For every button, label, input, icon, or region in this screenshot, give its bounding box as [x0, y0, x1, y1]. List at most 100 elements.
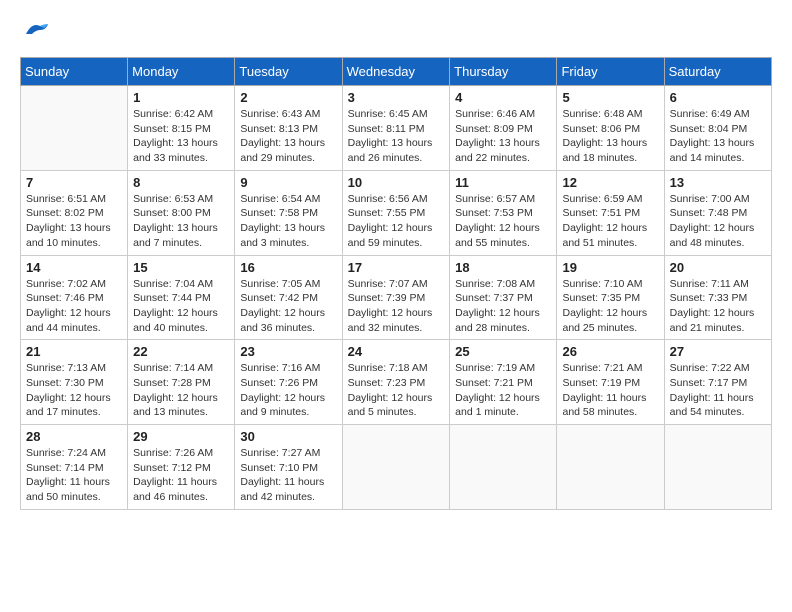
day-number: 2: [240, 90, 336, 105]
calendar-cell: 3 Sunrise: 6:45 AM Sunset: 8:11 PM Daylig…: [342, 86, 450, 171]
day-number: 27: [670, 344, 766, 359]
calendar-cell: [342, 425, 450, 510]
day-number: 4: [455, 90, 551, 105]
day-number: 20: [670, 260, 766, 275]
day-info: Sunrise: 7:27 AM Sunset: 7:10 PM Dayligh…: [240, 446, 336, 505]
day-number: 24: [348, 344, 445, 359]
day-info: Sunrise: 7:21 AM Sunset: 7:19 PM Dayligh…: [562, 361, 658, 420]
day-info: Sunrise: 7:14 AM Sunset: 7:28 PM Dayligh…: [133, 361, 229, 420]
day-info: Sunrise: 7:13 AM Sunset: 7:30 PM Dayligh…: [26, 361, 122, 420]
calendar-week-row: 21 Sunrise: 7:13 AM Sunset: 7:30 PM Dayli…: [21, 340, 772, 425]
calendar-cell: 9 Sunrise: 6:54 AM Sunset: 7:58 PM Daylig…: [235, 170, 342, 255]
day-number: 7: [26, 175, 122, 190]
day-info: Sunrise: 7:16 AM Sunset: 7:26 PM Dayligh…: [240, 361, 336, 420]
day-info: Sunrise: 7:24 AM Sunset: 7:14 PM Dayligh…: [26, 446, 122, 505]
logo-bird-icon: [22, 20, 50, 38]
calendar-cell: 24 Sunrise: 7:18 AM Sunset: 7:23 PM Dayli…: [342, 340, 450, 425]
day-info: Sunrise: 6:43 AM Sunset: 8:13 PM Dayligh…: [240, 107, 336, 166]
calendar-cell: 1 Sunrise: 6:42 AM Sunset: 8:15 PM Daylig…: [128, 86, 235, 171]
weekday-header: Tuesday: [235, 58, 342, 86]
weekday-header: Thursday: [450, 58, 557, 86]
day-number: 14: [26, 260, 122, 275]
calendar-cell: 6 Sunrise: 6:49 AM Sunset: 8:04 PM Daylig…: [664, 86, 771, 171]
day-number: 19: [562, 260, 658, 275]
day-number: 15: [133, 260, 229, 275]
day-number: 5: [562, 90, 658, 105]
day-number: 11: [455, 175, 551, 190]
calendar-cell: 29 Sunrise: 7:26 AM Sunset: 7:12 PM Dayli…: [128, 425, 235, 510]
calendar-week-row: 1 Sunrise: 6:42 AM Sunset: 8:15 PM Daylig…: [21, 86, 772, 171]
day-number: 16: [240, 260, 336, 275]
day-number: 21: [26, 344, 122, 359]
day-info: Sunrise: 7:10 AM Sunset: 7:35 PM Dayligh…: [562, 277, 658, 336]
calendar-cell: 20Sunrise: 7:11 AM Sunset: 7:33 PM Dayli…: [664, 255, 771, 340]
day-info: Sunrise: 6:49 AM Sunset: 8:04 PM Dayligh…: [670, 107, 766, 166]
day-info: Sunrise: 6:45 AM Sunset: 8:11 PM Dayligh…: [348, 107, 445, 166]
day-info: Sunrise: 7:04 AM Sunset: 7:44 PM Dayligh…: [133, 277, 229, 336]
calendar-table: SundayMondayTuesdayWednesdayThursdayFrid…: [20, 57, 772, 510]
calendar-cell: 8 Sunrise: 6:53 AM Sunset: 8:00 PM Daylig…: [128, 170, 235, 255]
day-number: 9: [240, 175, 336, 190]
day-info: Sunrise: 6:54 AM Sunset: 7:58 PM Dayligh…: [240, 192, 336, 251]
calendar-cell: [557, 425, 664, 510]
calendar-cell: 15 Sunrise: 7:04 AM Sunset: 7:44 PM Dayli…: [128, 255, 235, 340]
calendar-cell: [450, 425, 557, 510]
calendar-week-row: 14 Sunrise: 7:02 AM Sunset: 7:46 PM Dayli…: [21, 255, 772, 340]
day-info: Sunrise: 6:57 AM Sunset: 7:53 PM Dayligh…: [455, 192, 551, 251]
calendar-header-row: SundayMondayTuesdayWednesdayThursdayFrid…: [21, 58, 772, 86]
day-number: 10: [348, 175, 445, 190]
day-info: Sunrise: 6:53 AM Sunset: 8:00 PM Dayligh…: [133, 192, 229, 251]
day-number: 28: [26, 429, 122, 444]
day-number: 30: [240, 429, 336, 444]
day-info: Sunrise: 7:00 AM Sunset: 7:48 PM Dayligh…: [670, 192, 766, 251]
day-number: 1: [133, 90, 229, 105]
calendar-cell: 25 Sunrise: 7:19 AM Sunset: 7:21 PM Dayli…: [450, 340, 557, 425]
calendar-cell: 7 Sunrise: 6:51 AM Sunset: 8:02 PM Daylig…: [21, 170, 128, 255]
calendar-cell: 18Sunrise: 7:08 AM Sunset: 7:37 PM Dayli…: [450, 255, 557, 340]
calendar-cell: 19 Sunrise: 7:10 AM Sunset: 7:35 PM Dayli…: [557, 255, 664, 340]
day-number: 8: [133, 175, 229, 190]
calendar-cell: 13 Sunrise: 7:00 AM Sunset: 7:48 PM Dayli…: [664, 170, 771, 255]
day-info: Sunrise: 7:26 AM Sunset: 7:12 PM Dayligh…: [133, 446, 229, 505]
day-info: Sunrise: 6:48 AM Sunset: 8:06 PM Dayligh…: [562, 107, 658, 166]
calendar-week-row: 7 Sunrise: 6:51 AM Sunset: 8:02 PM Daylig…: [21, 170, 772, 255]
day-info: Sunrise: 6:51 AM Sunset: 8:02 PM Dayligh…: [26, 192, 122, 251]
calendar-cell: 4 Sunrise: 6:46 AM Sunset: 8:09 PM Daylig…: [450, 86, 557, 171]
calendar-cell: 21 Sunrise: 7:13 AM Sunset: 7:30 PM Dayli…: [21, 340, 128, 425]
day-info: Sunrise: 6:59 AM Sunset: 7:51 PM Dayligh…: [562, 192, 658, 251]
day-number: 22: [133, 344, 229, 359]
day-info: Sunrise: 6:42 AM Sunset: 8:15 PM Dayligh…: [133, 107, 229, 166]
calendar-cell: 12 Sunrise: 6:59 AM Sunset: 7:51 PM Dayli…: [557, 170, 664, 255]
calendar-cell: 10 Sunrise: 6:56 AM Sunset: 7:55 PM Dayli…: [342, 170, 450, 255]
weekday-header: Sunday: [21, 58, 128, 86]
day-number: 12: [562, 175, 658, 190]
calendar-cell: 14 Sunrise: 7:02 AM Sunset: 7:46 PM Dayli…: [21, 255, 128, 340]
weekday-header: Monday: [128, 58, 235, 86]
calendar-week-row: 28 Sunrise: 7:24 AM Sunset: 7:14 PM Dayli…: [21, 425, 772, 510]
day-info: Sunrise: 7:22 AM Sunset: 7:17 PM Dayligh…: [670, 361, 766, 420]
calendar-cell: [664, 425, 771, 510]
calendar-cell: 27 Sunrise: 7:22 AM Sunset: 7:17 PM Dayli…: [664, 340, 771, 425]
day-number: 26: [562, 344, 658, 359]
logo: [20, 20, 50, 47]
day-info: Sunrise: 7:18 AM Sunset: 7:23 PM Dayligh…: [348, 361, 445, 420]
day-info: Sunrise: 7:19 AM Sunset: 7:21 PM Dayligh…: [455, 361, 551, 420]
day-number: 17: [348, 260, 445, 275]
day-number: 25: [455, 344, 551, 359]
day-info: Sunrise: 7:05 AM Sunset: 7:42 PM Dayligh…: [240, 277, 336, 336]
day-number: 23: [240, 344, 336, 359]
day-number: 29: [133, 429, 229, 444]
calendar-cell: [21, 86, 128, 171]
day-info: Sunrise: 6:46 AM Sunset: 8:09 PM Dayligh…: [455, 107, 551, 166]
calendar-cell: 2 Sunrise: 6:43 AM Sunset: 8:13 PM Daylig…: [235, 86, 342, 171]
calendar-cell: 17Sunrise: 7:07 AM Sunset: 7:39 PM Dayli…: [342, 255, 450, 340]
calendar-cell: 16 Sunrise: 7:05 AM Sunset: 7:42 PM Dayli…: [235, 255, 342, 340]
day-number: 13: [670, 175, 766, 190]
day-info: Sunrise: 7:02 AM Sunset: 7:46 PM Dayligh…: [26, 277, 122, 336]
day-number: 3: [348, 90, 445, 105]
weekday-header: Friday: [557, 58, 664, 86]
day-number: 6: [670, 90, 766, 105]
day-info: Sunrise: 6:56 AM Sunset: 7:55 PM Dayligh…: [348, 192, 445, 251]
calendar-cell: 30 Sunrise: 7:27 AM Sunset: 7:10 PM Dayli…: [235, 425, 342, 510]
calendar-cell: 28 Sunrise: 7:24 AM Sunset: 7:14 PM Dayli…: [21, 425, 128, 510]
